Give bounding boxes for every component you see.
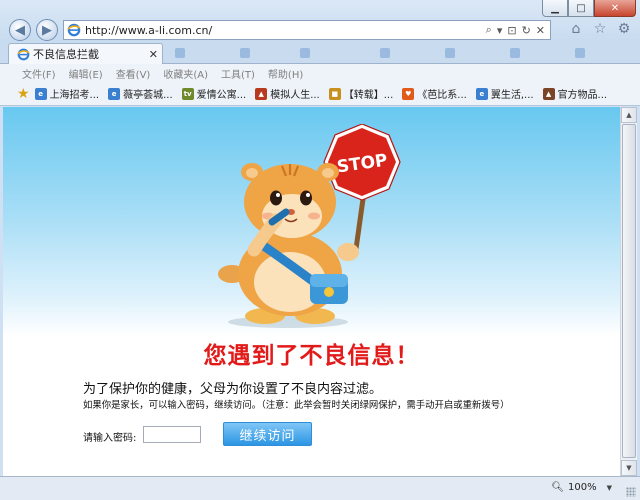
scroll-down-icon[interactable]: ▼ — [621, 460, 637, 476]
mascot-illustration: STOP — [218, 124, 401, 328]
favorite-link[interactable]: ▲ 官方物品... — [542, 86, 607, 101]
favorites-star-icon[interactable]: ☆ — [592, 21, 608, 37]
window-controls: ▁ □ ✕ — [542, 0, 636, 17]
stop-sign-icon: STOP — [323, 124, 401, 201]
tv-icon: tv — [181, 87, 194, 100]
arrow-right-icon: ▶ — [42, 22, 52, 38]
zoom-icon: 🔍︎ — [551, 482, 565, 493]
scroll-up-icon[interactable]: ▲ — [621, 107, 637, 123]
menu-favorites[interactable]: 收藏夹(A) — [163, 66, 208, 81]
maximize-button[interactable]: □ — [568, 0, 594, 17]
page-content: STOP 您遇到了不良信息！ 为了保护你的健康，父母为你设置了不良内容过滤。 如… — [3, 107, 620, 476]
background-tab[interactable] — [175, 45, 185, 61]
home-icon[interactable]: ⌂ — [568, 21, 584, 37]
favorite-link[interactable]: e 上海招考... — [34, 86, 99, 101]
block-icon: ■ — [328, 87, 341, 100]
heart-icon: ♥ — [402, 87, 415, 100]
tab-close-icon[interactable]: ✕ — [149, 48, 158, 61]
favorite-link[interactable]: tv 爱情公寓... — [181, 86, 246, 101]
favorite-link[interactable]: ▲ 模拟人生... — [255, 86, 320, 101]
forward-button[interactable]: ▶ — [36, 19, 58, 41]
scroll-thumb[interactable] — [622, 124, 636, 458]
warning-message: 为了保护你的健康，父母为你设置了不良内容过滤。 — [83, 382, 383, 397]
favorite-link[interactable]: ■ 【转载】... — [328, 86, 393, 101]
tab-blocked-page[interactable]: 不良信息拦截 ✕ — [8, 43, 163, 64]
ie-icon — [67, 23, 81, 37]
tab-label: 不良信息拦截 — [33, 48, 99, 61]
menu-edit[interactable]: 编辑(E) — [69, 66, 103, 81]
gear-icon[interactable]: ⚙ — [616, 21, 632, 37]
url-text[interactable]: http://www.a-li.com.cn/ — [85, 24, 486, 37]
tab-bar: 不良信息拦截 ✕ — [0, 42, 640, 64]
ie-icon: e — [34, 87, 47, 100]
menu-view[interactable]: 查看(V) — [116, 66, 151, 81]
background-tab[interactable] — [445, 45, 455, 61]
zoom-level: 100% — [568, 482, 597, 493]
menu-tools[interactable]: 工具(T) — [221, 66, 255, 81]
dropdown-icon[interactable]: ▾ — [497, 24, 503, 37]
menu-help[interactable]: 帮助(H) — [268, 66, 303, 81]
game-icon: ▲ — [542, 87, 555, 100]
search-icon[interactable]: ⌕ — [486, 23, 492, 37]
resize-grip[interactable] — [626, 487, 636, 497]
stop-icon[interactable]: ✕ — [536, 24, 545, 37]
ie-icon — [16, 47, 30, 61]
password-field[interactable] — [143, 426, 201, 443]
background-tab[interactable] — [380, 45, 390, 61]
ie-icon: e — [108, 87, 121, 100]
continue-button[interactable]: 继续访问 — [223, 422, 312, 446]
ie-icon: e — [475, 87, 488, 100]
background-tab[interactable] — [510, 45, 520, 61]
favorite-link[interactable]: e 翼生活,... — [475, 86, 534, 101]
refresh-icon[interactable]: ↻ — [522, 24, 531, 37]
compat-view-icon[interactable]: ⊡ — [507, 24, 516, 37]
close-window-button[interactable]: ✕ — [594, 0, 636, 17]
zoom-control[interactable]: 🔍︎ 100% ▼ — [551, 482, 612, 493]
favorite-link[interactable]: ♥ 《芭比系... — [402, 86, 467, 101]
back-button[interactable]: ◀ — [9, 19, 31, 41]
chevron-down-icon[interactable]: ▼ — [607, 484, 612, 492]
favorite-link[interactable]: e 薇亭荟城... — [108, 86, 173, 101]
menu-bar: 文件(F) 编辑(E) 查看(V) 收藏夹(A) 工具(T) 帮助(H) — [0, 64, 640, 82]
warning-title: 您遇到了不良信息！ — [203, 343, 420, 369]
vertical-scrollbar[interactable]: ▲ ▼ — [620, 107, 637, 476]
favorites-star-icon[interactable]: ★ — [17, 86, 30, 102]
status-bar: 🔍︎ 100% ▼ — [0, 476, 640, 500]
background-tab[interactable] — [575, 45, 585, 61]
parent-note: 如果你是家长，可以输入密码，继续访问。（注意：此举会暂时关闭绿网保护，需手动开启… — [83, 400, 510, 411]
favorites-bar: ★ e 上海招考... e 薇亭荟城... tv 爱情公寓... ▲ 模拟人生... ■… — [0, 82, 640, 106]
browser-toolbar: ▁ □ ✕ ◀ ▶ http://www.a-li.com.cn/ ⌕ ▾ ⊡ … — [0, 0, 640, 42]
password-label: 请输入密码: — [83, 433, 137, 444]
address-bar[interactable]: http://www.a-li.com.cn/ ⌕ ▾ ⊡ ↻ ✕ — [63, 20, 551, 40]
minimize-button[interactable]: ▁ — [542, 0, 568, 17]
arrow-left-icon: ◀ — [15, 22, 25, 38]
game-icon: ▲ — [255, 87, 268, 100]
background-tab[interactable] — [240, 45, 250, 61]
background-tab[interactable] — [300, 45, 310, 61]
menu-file[interactable]: 文件(F) — [22, 66, 56, 81]
